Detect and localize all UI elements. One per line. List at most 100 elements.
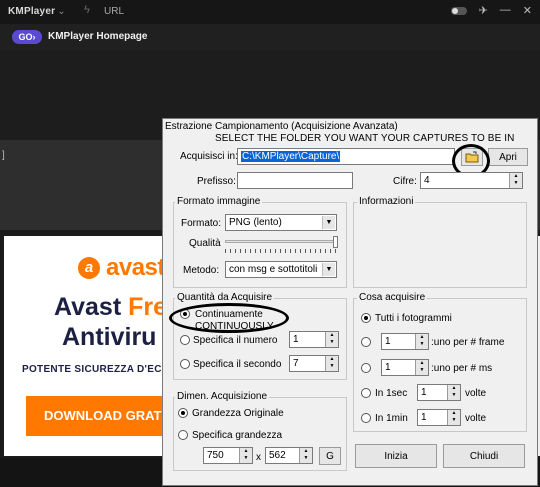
times-label: x: [256, 452, 261, 463]
prefix-input[interactable]: [237, 172, 353, 189]
spinner-arrows-icon[interactable]: ▲ ▼: [415, 360, 428, 375]
height-value: 562: [269, 450, 286, 461]
close-icon[interactable]: ✕: [523, 4, 532, 17]
method-select[interactable]: con msg e sottotitoli ▼: [225, 261, 337, 278]
digits-label: Cifre:: [393, 176, 417, 187]
in-1min-label[interactable]: In 1min: [375, 413, 408, 424]
acquire-label: Acquisisci in:: [180, 151, 238, 162]
in-1sec-value: 1: [421, 387, 427, 398]
per-ms-radio[interactable]: [361, 363, 371, 373]
in-1sec-unit: volte: [465, 388, 487, 399]
specify-size-label[interactable]: Specifica grandezza: [192, 430, 282, 441]
app-name: KMPlayer: [8, 6, 56, 17]
per-frame-label: :uno per # frame: [431, 337, 505, 348]
in-1min-spinner[interactable]: 1 ▲ ▼: [417, 409, 461, 426]
format-label: Formato:: [181, 218, 222, 229]
app-logo[interactable]: KMPlayer ⌄: [8, 6, 66, 17]
per-ms-label: :uno per # ms: [431, 363, 493, 374]
original-size-radio[interactable]: [178, 408, 188, 418]
ad-headline: Avast Fre: [54, 292, 167, 323]
spinner-arrows-icon[interactable]: ▲ ▼: [325, 332, 338, 347]
ad-brand-name: avast: [106, 254, 165, 281]
chevron-down-icon: ▼: [322, 216, 335, 229]
digits-value: 4: [424, 175, 430, 186]
specify-number-label[interactable]: Specifica il numero: [193, 335, 277, 346]
chevron-down-icon: ▼: [322, 263, 335, 276]
go-button[interactable]: GO›: [12, 30, 42, 44]
start-button[interactable]: Inizia: [355, 444, 437, 468]
window-controls: ✈ — ✕: [450, 4, 532, 17]
format-group-title: Formato immagine: [175, 196, 263, 207]
second-spinner[interactable]: 7 ▲ ▼: [289, 355, 339, 372]
format-value: PNG (lento): [229, 217, 282, 228]
in-1sec-spinner[interactable]: 1 ▲ ▼: [417, 384, 461, 401]
open-button[interactable]: Apri: [488, 148, 528, 166]
in-1min-value: 1: [421, 412, 427, 423]
specify-number-radio[interactable]: [180, 335, 190, 345]
ad-tagline: POTENTE SICUREZZA D'EC: [22, 364, 162, 375]
what-group-title: Cosa acquisire: [357, 292, 428, 303]
spinner-arrows-icon[interactable]: ▲ ▼: [447, 410, 460, 425]
specify-second-radio[interactable]: [180, 359, 190, 369]
quality-slider-thumb[interactable]: [333, 236, 338, 248]
height-spinner[interactable]: 562 ▲ ▼: [265, 447, 313, 464]
all-frames-radio[interactable]: [361, 313, 371, 323]
per-ms-spinner[interactable]: 1 ▲ ▼: [381, 359, 429, 376]
minimize-icon[interactable]: —: [500, 4, 511, 17]
quantity-group-title: Quantità da Acquisire: [175, 292, 275, 303]
spinner-arrows-icon[interactable]: ▲ ▼: [509, 173, 522, 188]
avast-logo-icon: a: [78, 257, 100, 279]
per-ms-value: 1: [385, 362, 391, 373]
specify-second-label[interactable]: Specifica il secondo: [193, 359, 281, 370]
close-button[interactable]: Chiudi: [443, 444, 525, 468]
chevron-down-icon: ⌄: [57, 6, 66, 17]
lightning-icon[interactable]: ϟ: [84, 4, 90, 16]
spinner-arrows-icon[interactable]: ▲ ▼: [325, 356, 338, 371]
toggle-switch[interactable]: [450, 7, 467, 15]
spinner-arrows-icon[interactable]: ▲ ▼: [415, 334, 428, 349]
number-value: 1: [293, 334, 299, 345]
in-1min-radio[interactable]: [361, 413, 371, 423]
capture-dialog: Estrazione Campionamento (Acquisizione A…: [162, 118, 538, 486]
prefix-label: Prefisso:: [197, 176, 236, 187]
in-1sec-radio[interactable]: [361, 388, 371, 398]
side-marker: ]: [2, 150, 5, 161]
annotation-circle: [169, 303, 289, 333]
specify-size-radio[interactable]: [178, 430, 188, 440]
per-frame-spinner[interactable]: 1 ▲ ▼: [381, 333, 429, 350]
all-frames-label[interactable]: Tutti i fotogrammi: [375, 313, 452, 324]
digits-spinner[interactable]: 4 ▲ ▼: [420, 172, 523, 189]
acquire-path-field[interactable]: C:\KMPlayer\Capture\: [237, 148, 455, 165]
in-1min-unit: volte: [465, 413, 487, 424]
app-titlebar: KMPlayer ⌄ ϟ URL ✈ — ✕: [0, 0, 540, 24]
acquire-path-value: C:\KMPlayer\Capture\: [241, 151, 341, 162]
original-size-label[interactable]: Grandezza Originale: [192, 408, 284, 419]
spinner-arrows-icon[interactable]: ▲ ▼: [299, 448, 312, 463]
width-spinner[interactable]: 750 ▲ ▼: [203, 447, 253, 464]
info-group: [353, 202, 527, 288]
format-select[interactable]: PNG (lento) ▼: [225, 214, 337, 231]
size-group-title: Dimen. Acquisizione: [175, 391, 270, 402]
per-frame-value: 1: [385, 336, 391, 347]
ad-headline-line2: Antiviru: [62, 323, 157, 351]
go-label: GO: [18, 32, 33, 42]
ad-headline-text: Avast: [54, 293, 129, 321]
method-value: con msg e sottotitoli: [229, 264, 318, 275]
navbar: GO› KMPlayer Homepage: [0, 24, 540, 50]
spinner-arrows-icon[interactable]: ▲ ▼: [239, 448, 252, 463]
in-1sec-label[interactable]: In 1sec: [375, 388, 407, 399]
homepage-title[interactable]: KMPlayer Homepage: [48, 31, 147, 42]
info-group-title: Informazioni: [357, 196, 416, 207]
url-label[interactable]: URL: [104, 6, 124, 17]
width-value: 750: [207, 450, 224, 461]
ad-brand: a avast: [78, 254, 165, 282]
pin-icon[interactable]: ✈: [479, 4, 488, 17]
g-button[interactable]: G: [319, 447, 341, 465]
quality-label: Qualità: [189, 238, 221, 249]
quality-ticks: [225, 249, 337, 253]
dialog-title: Estrazione Campionamento (Acquisizione A…: [165, 121, 398, 132]
number-spinner[interactable]: 1 ▲ ▼: [289, 331, 339, 348]
per-frame-radio[interactable]: [361, 337, 371, 347]
quality-slider[interactable]: [225, 240, 337, 243]
spinner-arrows-icon[interactable]: ▲ ▼: [447, 385, 460, 400]
